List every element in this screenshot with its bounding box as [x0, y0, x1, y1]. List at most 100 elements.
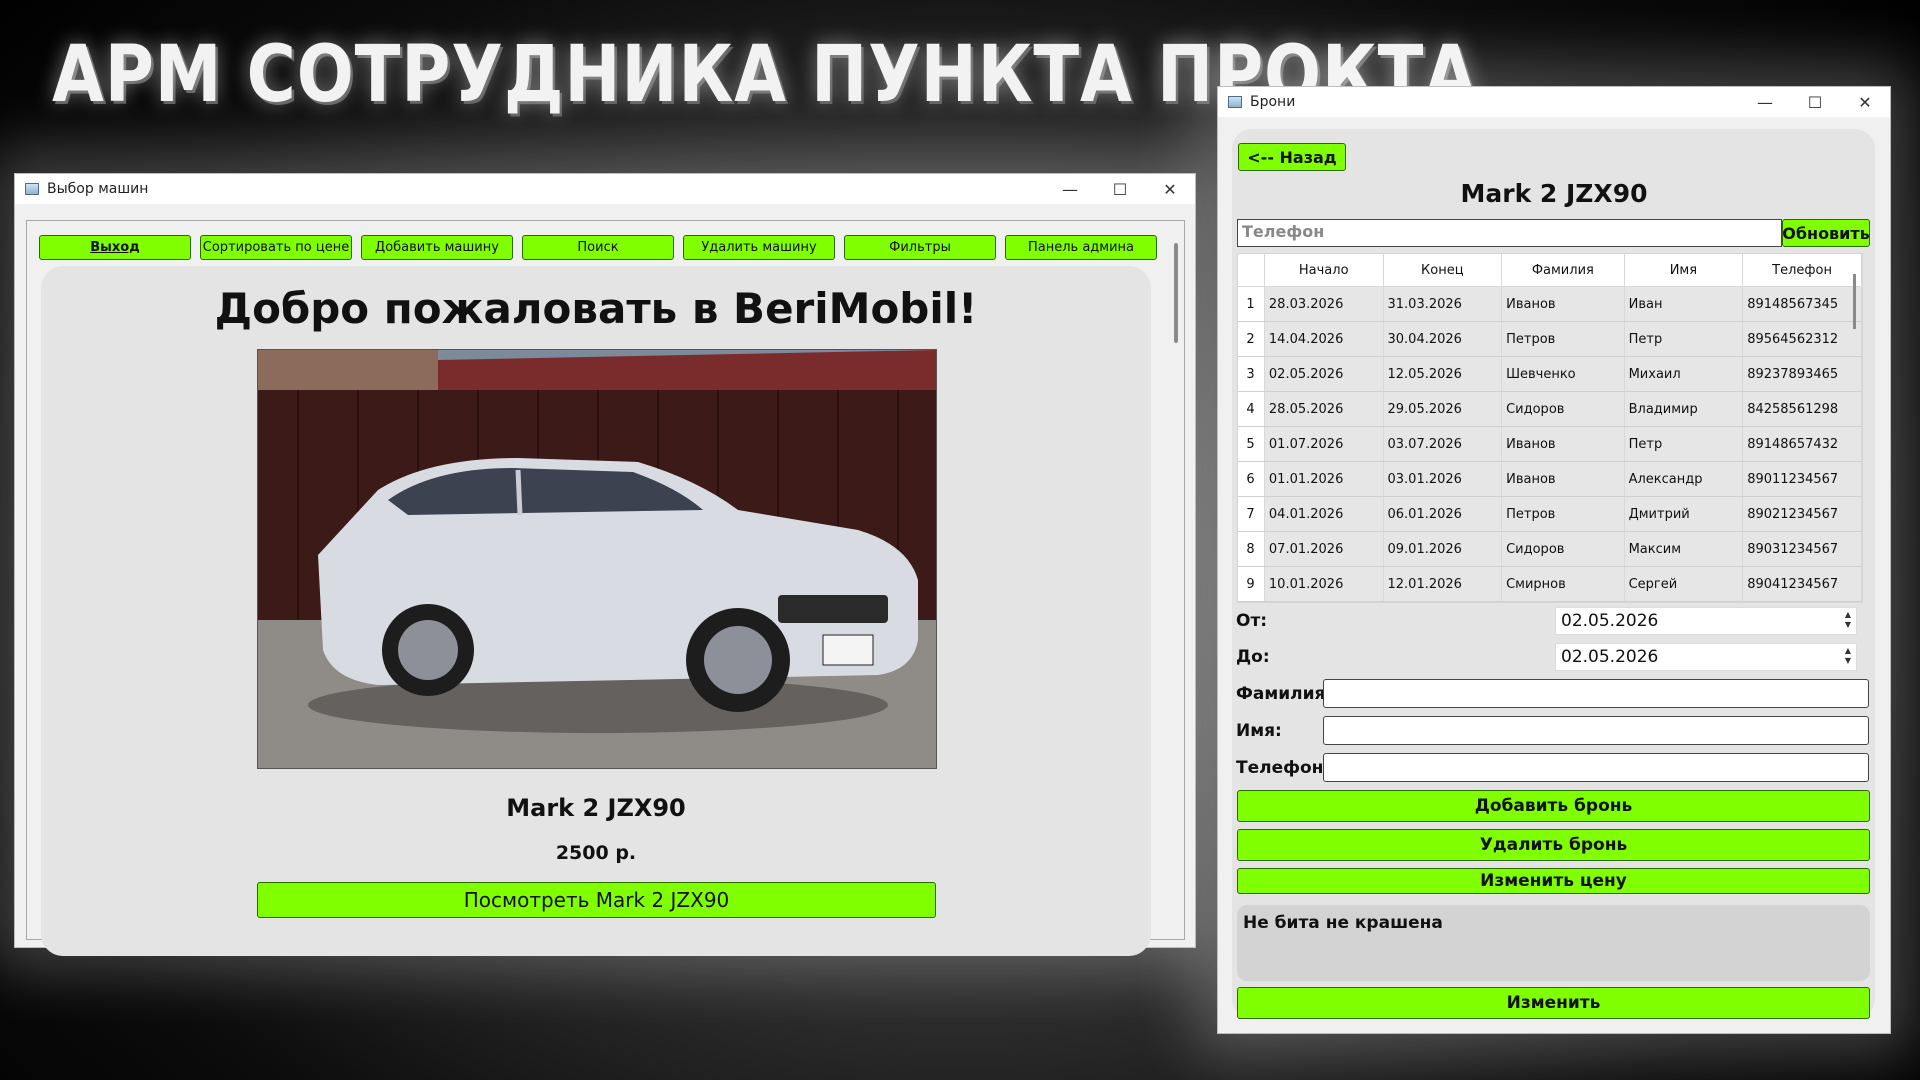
- search-button[interactable]: Поиск: [522, 235, 674, 260]
- table-row[interactable]: 1013.01.202615.01.2026КузнецовАндрей8905…: [1238, 601, 1862, 602]
- table-cell[interactable]: 28.03.2026: [1264, 286, 1384, 322]
- table-cell[interactable]: 02.05.2026: [1264, 356, 1384, 392]
- table-cell[interactable]: 03.01.2026: [1383, 461, 1503, 497]
- sort-by-price-button[interactable]: Сортировать по цене: [200, 235, 352, 260]
- edit-button[interactable]: Изменить: [1237, 987, 1870, 1019]
- row-number[interactable]: 4: [1238, 391, 1265, 427]
- table-cell[interactable]: 01.01.2026: [1264, 461, 1384, 497]
- change-price-button[interactable]: Изменить цену: [1237, 868, 1870, 894]
- table-cell[interactable]: 07.01.2026: [1264, 531, 1384, 567]
- table-cell[interactable]: 01.07.2026: [1264, 426, 1384, 462]
- table-cell[interactable]: Иванов: [1501, 286, 1625, 322]
- row-number[interactable]: 7: [1238, 496, 1265, 532]
- table-cell[interactable]: 31.03.2026: [1383, 286, 1503, 322]
- row-number[interactable]: 6: [1238, 461, 1265, 497]
- table-row[interactable]: 7 04.01.2026 06.01.2026 Петров Дмитрий 890212…: [1238, 496, 1862, 532]
- table-cell[interactable]: Дмитрий: [1624, 496, 1744, 532]
- table-cell[interactable]: 13.01.2026: [1264, 601, 1384, 602]
- table-row[interactable]: 6 01.01.2026 03.01.2026 Иванов Александр 8901…: [1238, 461, 1862, 497]
- row-number[interactable]: 8: [1238, 531, 1265, 567]
- table-row[interactable]: 4 28.05.2026 29.05.2026 Сидоров Владимир 8425…: [1238, 391, 1862, 427]
- table-cell[interactable]: 30.04.2026: [1383, 321, 1503, 357]
- table-row[interactable]: 3 02.05.2026 12.05.2026 Шевченко Михаил 89237…: [1238, 356, 1862, 392]
- delete-car-button[interactable]: Удалить машину: [683, 235, 835, 260]
- row-number[interactable]: 3: [1238, 356, 1265, 392]
- table-cell[interactable]: 84258561298: [1742, 391, 1862, 427]
- close-icon[interactable]: ✕: [1840, 93, 1890, 112]
- column-header[interactable]: Телефон: [1742, 254, 1862, 287]
- table-cell[interactable]: 89011234567: [1742, 461, 1862, 497]
- table-cell[interactable]: 89051234567: [1742, 601, 1862, 602]
- table-cell[interactable]: Михаил: [1624, 356, 1744, 392]
- table-cell[interactable]: 29.05.2026: [1383, 391, 1503, 427]
- row-number[interactable]: 10: [1238, 601, 1265, 602]
- table-cell[interactable]: 03.07.2026: [1383, 426, 1503, 462]
- column-header[interactable]: Фамилия: [1501, 254, 1625, 287]
- table-cell[interactable]: 28.05.2026: [1264, 391, 1384, 427]
- view-car-button[interactable]: Посмотреть Mark 2 JZX90: [257, 882, 936, 918]
- table-cell[interactable]: 14.04.2026: [1264, 321, 1384, 357]
- table-cell[interactable]: 06.01.2026: [1383, 496, 1503, 532]
- row-number[interactable]: 2: [1238, 321, 1265, 357]
- minimize-icon[interactable]: —: [1045, 180, 1095, 199]
- table-row[interactable]: 2 14.04.2026 30.04.2026 Петров Петр 895645623…: [1238, 321, 1862, 357]
- table-cell[interactable]: Кузнецов: [1501, 601, 1625, 602]
- table-cell[interactable]: 89031234567: [1742, 531, 1862, 567]
- table-scrollbar[interactable]: [1853, 274, 1856, 329]
- table-cell[interactable]: Петр: [1624, 426, 1744, 462]
- table-cell[interactable]: 15.01.2026: [1383, 601, 1503, 602]
- filters-button[interactable]: Фильтры: [844, 235, 996, 260]
- phone-field[interactable]: [1323, 753, 1869, 782]
- maximize-icon[interactable]: ☐: [1095, 180, 1145, 199]
- table-cell[interactable]: Сидоров: [1501, 531, 1625, 567]
- table-cell[interactable]: 09.01.2026: [1383, 531, 1503, 567]
- back-button[interactable]: <-- Назад: [1238, 143, 1346, 171]
- add-booking-button[interactable]: Добавить бронь: [1237, 790, 1870, 822]
- table-row[interactable]: 5 01.07.2026 03.07.2026 Иванов Петр 891486574…: [1238, 426, 1862, 462]
- from-date-input[interactable]: 02.05.2026 ▲ ▼: [1555, 607, 1857, 635]
- table-row[interactable]: 9 10.01.2026 12.01.2026 Смирнов Сергей 890412…: [1238, 566, 1862, 602]
- maximize-icon[interactable]: ☐: [1790, 93, 1840, 112]
- table-cell[interactable]: Иванов: [1501, 461, 1625, 497]
- table-cell[interactable]: Андрей: [1624, 601, 1744, 602]
- row-number[interactable]: 5: [1238, 426, 1265, 462]
- column-header[interactable]: Начало: [1264, 254, 1384, 287]
- table-cell[interactable]: 10.01.2026: [1264, 566, 1384, 602]
- table-cell[interactable]: Иванов: [1501, 426, 1625, 462]
- to-date-input[interactable]: 02.05.2026 ▲ ▼: [1555, 643, 1857, 671]
- car-notes-textarea[interactable]: Не бита не крашена: [1237, 905, 1870, 981]
- add-car-button[interactable]: Добавить машину: [361, 235, 513, 260]
- table-cell[interactable]: 89237893465: [1742, 356, 1862, 392]
- table-row[interactable]: 8 07.01.2026 09.01.2026 Сидоров Максим 890312…: [1238, 531, 1862, 567]
- table-cell[interactable]: Петров: [1501, 496, 1625, 532]
- table-cell[interactable]: Иван: [1624, 286, 1744, 322]
- table-cell[interactable]: Владимир: [1624, 391, 1744, 427]
- spin-arrows-icon[interactable]: ▲ ▼: [1842, 610, 1854, 632]
- table-cell[interactable]: Александр: [1624, 461, 1744, 497]
- column-header[interactable]: Конец: [1383, 254, 1503, 287]
- table-cell[interactable]: 89148657432: [1742, 426, 1862, 462]
- table-cell[interactable]: Смирнов: [1501, 566, 1625, 602]
- table-cell[interactable]: 89148567345: [1742, 286, 1862, 322]
- table-cell[interactable]: 89021234567: [1742, 496, 1862, 532]
- table-cell[interactable]: 89041234567: [1742, 566, 1862, 602]
- table-cell[interactable]: Сергей: [1624, 566, 1744, 602]
- spin-arrows-icon[interactable]: ▲ ▼: [1842, 646, 1854, 668]
- row-number[interactable]: 1: [1238, 286, 1265, 322]
- admin-panel-button[interactable]: Панель админа: [1005, 235, 1157, 260]
- row-number[interactable]: 9: [1238, 566, 1265, 602]
- vertical-scrollbar[interactable]: [1174, 243, 1178, 343]
- surname-field[interactable]: [1323, 679, 1869, 708]
- table-cell[interactable]: Шевченко: [1501, 356, 1625, 392]
- delete-booking-button[interactable]: Удалить бронь: [1237, 829, 1870, 861]
- table-cell[interactable]: Сидоров: [1501, 391, 1625, 427]
- table-row[interactable]: 1 28.03.2026 31.03.2026 Иванов Иван 891485673…: [1238, 286, 1862, 322]
- minimize-icon[interactable]: —: [1740, 93, 1790, 112]
- phone-search-input[interactable]: Телефон: [1237, 219, 1782, 247]
- table-cell[interactable]: Петров: [1501, 321, 1625, 357]
- table-cell[interactable]: Петр: [1624, 321, 1744, 357]
- exit-button[interactable]: Выход: [39, 235, 191, 260]
- table-cell[interactable]: 89564562312: [1742, 321, 1862, 357]
- column-header[interactable]: Имя: [1624, 254, 1744, 287]
- table-cell[interactable]: 12.05.2026: [1383, 356, 1503, 392]
